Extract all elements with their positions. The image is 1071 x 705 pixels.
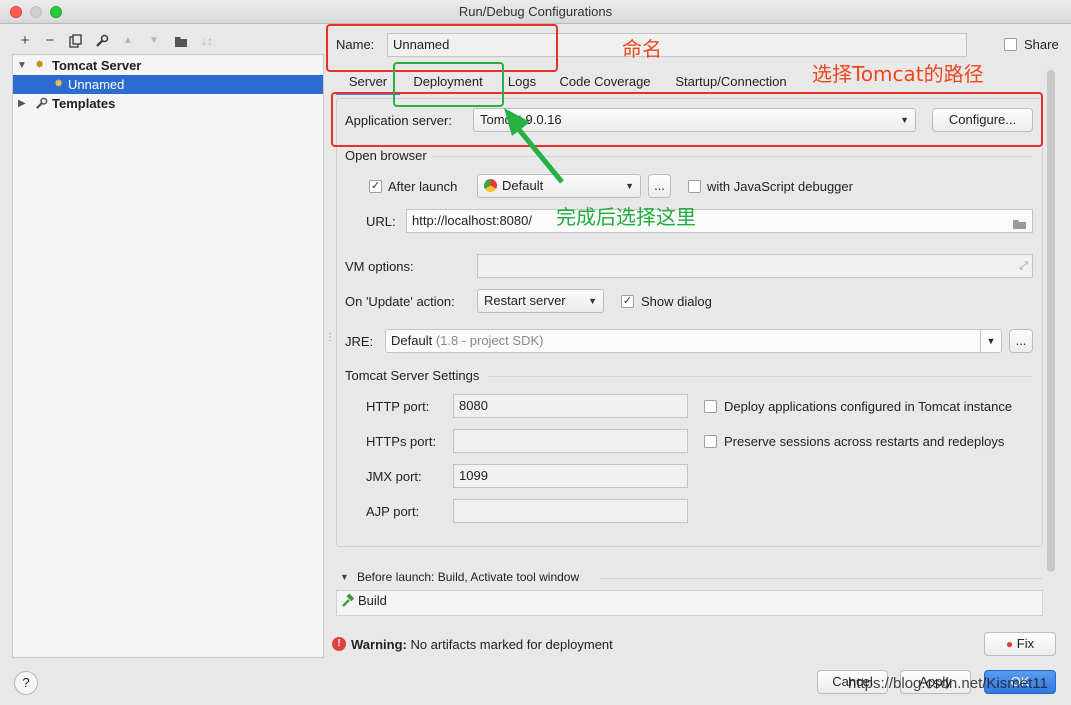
jmx-port-label: JMX port: (366, 469, 422, 484)
jre-label: JRE: (345, 334, 374, 349)
http-port-input[interactable]: 8080 (453, 394, 688, 418)
annotation-box-deployment (393, 62, 504, 107)
minus-icon[interactable]: − (41, 30, 59, 52)
js-debugger-checkbox[interactable] (688, 180, 701, 193)
ajp-port-label: AJP port: (366, 504, 420, 519)
tree-group-tomcat-server[interactable]: ▼ ✸ Tomcat Server (13, 56, 323, 75)
jmx-port-input[interactable]: 1099 (453, 464, 688, 488)
configuration-tree: ▼ ✸ Tomcat Server ✸ Unnamed ▶ Templates (12, 54, 324, 658)
folder-icon[interactable] (1013, 215, 1027, 232)
tree-templates-label: Templates (52, 96, 116, 111)
config-toolbar: + − ▲ ▼ ↓↕ (12, 30, 324, 54)
sort-icon[interactable]: ↓↕ (198, 30, 216, 52)
tab-label: Startup/Connection (675, 74, 787, 89)
fix-label: Fix (1016, 636, 1035, 651)
plus-icon[interactable]: + (16, 30, 34, 52)
share-checkbox[interactable] (1004, 38, 1017, 51)
open-browser-section-title: Open browser (345, 148, 427, 163)
jre-hint: (1.8 - project SDK) (432, 333, 544, 348)
chevron-down-icon: ▼ (625, 181, 634, 191)
tab-label: Code Coverage (559, 74, 651, 89)
warning-icon: ! (332, 637, 346, 651)
preserve-sessions-label: Preserve sessions across restarts and re… (724, 434, 1005, 449)
https-port-input[interactable] (453, 429, 688, 453)
bulb-icon: ● (1005, 637, 1014, 651)
warning-text: No artifacts marked for deployment (406, 637, 613, 652)
tab-label: Server (348, 74, 388, 89)
chevron-down-icon[interactable]: ▼ (17, 56, 27, 75)
share-label: Share (1024, 37, 1059, 52)
before-launch-list: Build (336, 590, 1043, 616)
https-port-label: HTTPs port: (366, 434, 437, 449)
chevron-down-icon[interactable]: ▼ (340, 572, 349, 582)
annotation-deploy-note: 完成后选择这里 (556, 205, 696, 229)
watermark-text: https://blog.csdn.net/Kismet11 (848, 675, 1048, 692)
preserve-sessions-checkbox[interactable] (704, 435, 717, 448)
section-divider (600, 578, 1042, 579)
ajp-port-input[interactable] (453, 499, 688, 523)
warning-message: Warning: No artifacts marked for deploym… (351, 637, 613, 652)
tree-item-unnamed[interactable]: ✸ Unnamed (13, 75, 323, 94)
window-title: Run/Debug Configurations (458, 4, 613, 19)
annotation-name-note: 命名 (622, 37, 662, 61)
url-value: http://localhost:8080/ (412, 213, 532, 228)
url-input[interactable]: http://localhost:8080/ (406, 209, 1033, 233)
on-update-select[interactable]: Restart server ▼ (477, 289, 604, 313)
deploy-apps-label: Deploy applications configured in Tomcat… (724, 399, 1013, 414)
arrow-up-icon[interactable]: ▲ (119, 30, 137, 52)
url-label: URL: (366, 214, 396, 229)
browser-more-button[interactable]: ... (648, 174, 671, 198)
js-debugger-label: with JavaScript debugger (707, 179, 853, 194)
wrench-icon[interactable] (93, 30, 111, 52)
vm-options-label: VM options: (345, 259, 414, 274)
before-launch-item-build[interactable]: Build (358, 593, 387, 608)
warning-label: Warning: (351, 637, 407, 652)
tab-label: Logs (507, 74, 537, 89)
wrench-icon (35, 94, 48, 115)
annotation-tomcat-note: 选择Tomcat的路径 (812, 62, 984, 86)
hammer-icon (340, 593, 355, 611)
on-update-label: On 'Update' action: (345, 294, 455, 309)
tree-group-templates[interactable]: ▶ Templates (13, 94, 323, 113)
after-launch-label: After launch (388, 179, 458, 194)
vm-options-input[interactable]: ⤢ (477, 254, 1033, 278)
after-launch-checkbox[interactable]: ✓ (369, 180, 382, 193)
expand-icon[interactable]: ⤢ (1019, 255, 1028, 277)
before-launch-header[interactable]: Before launch: Build, Activate tool wind… (357, 570, 579, 584)
title-bar: Run/Debug Configurations (0, 0, 1071, 24)
vertical-scrollbar[interactable] (1047, 70, 1055, 572)
jre-select[interactable]: Default (1.8 - project SDK) ▼ (385, 329, 1002, 353)
show-dialog-checkbox[interactable]: ✓ (621, 295, 634, 308)
arrow-down-icon[interactable]: ▼ (145, 30, 163, 52)
server-tab-panel (336, 98, 1043, 547)
tomcat-settings-section-title: Tomcat Server Settings (345, 368, 480, 383)
tree-item-label: Unnamed (68, 77, 125, 92)
tomcat-icon: ✸ (35, 59, 45, 71)
help-button[interactable]: ? (14, 671, 38, 695)
chevron-down-icon[interactable]: ▼ (980, 330, 1001, 352)
jre-more-button[interactable]: ... (1009, 329, 1033, 353)
annotation-arrow-icon (504, 108, 564, 184)
chevron-down-icon: ▼ (588, 296, 597, 306)
deploy-apps-checkbox[interactable] (704, 400, 717, 413)
folder-add-icon[interactable] (172, 30, 190, 52)
on-update-value: Restart server (484, 293, 566, 308)
chevron-right-icon[interactable]: ▶ (18, 94, 26, 113)
jre-value: Default (391, 333, 433, 348)
copy-icon[interactable] (67, 30, 85, 52)
show-dialog-label: Show dialog (641, 294, 712, 309)
http-port-label: HTTP port: (366, 399, 430, 414)
tomcat-config-icon: ✸ (54, 78, 64, 90)
section-divider (488, 376, 1032, 377)
splitter-handle[interactable]: ⋮ (325, 333, 335, 343)
tree-group-label: Tomcat Server (52, 58, 142, 73)
fix-button[interactable]: ● Fix (984, 632, 1056, 656)
